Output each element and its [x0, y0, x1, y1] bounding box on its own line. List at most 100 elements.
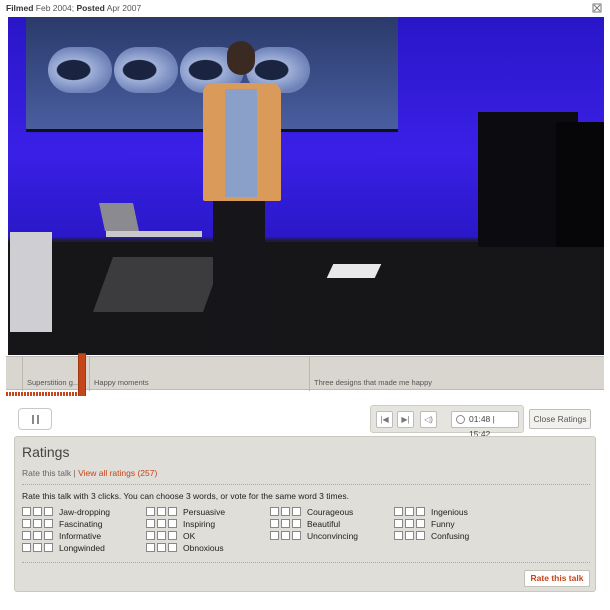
video-player[interactable] — [8, 17, 604, 355]
rating-option[interactable]: Longwinded — [22, 543, 105, 554]
checkbox[interactable] — [44, 543, 53, 552]
checkbox[interactable] — [44, 531, 53, 540]
checkbox[interactable] — [270, 507, 279, 516]
rating-option[interactable]: Funny — [394, 519, 455, 530]
checkbox[interactable] — [405, 519, 414, 528]
fullscreen-icon[interactable] — [592, 3, 602, 13]
rating-option[interactable]: Informative — [22, 531, 101, 542]
rating-word: Beautiful — [307, 519, 341, 529]
checkbox[interactable] — [270, 531, 279, 540]
checkbox[interactable] — [33, 543, 42, 552]
rating-word: Inspiring — [183, 519, 216, 529]
checkbox[interactable] — [22, 543, 31, 552]
checkbox[interactable] — [281, 519, 290, 528]
player-controls: |◀ ▶| ◁) 01:48 | 15:42 Close Ratings Rat… — [6, 396, 604, 602]
chapter-item[interactable]: Happy moments — [89, 357, 309, 391]
transport-controls: |◀ ▶| ◁) 01:48 | 15:42 — [370, 405, 524, 439]
checkbox[interactable] — [22, 507, 31, 516]
checkbox[interactable] — [44, 519, 53, 528]
laptop — [99, 203, 139, 231]
previous-icon[interactable]: |◀ — [376, 411, 393, 428]
checkbox[interactable] — [394, 519, 403, 528]
playhead-handle[interactable] — [78, 353, 86, 399]
chapter-item[interactable]: Three designs that made me happy — [309, 357, 604, 391]
checkbox[interactable] — [281, 531, 290, 540]
rating-option[interactable]: Ingenious — [394, 507, 468, 518]
checkbox[interactable] — [394, 507, 403, 516]
checkbox[interactable] — [416, 519, 425, 528]
filmed-date: Feb 2004; — [35, 3, 75, 13]
checkbox[interactable] — [292, 519, 301, 528]
pause-button[interactable] — [18, 408, 52, 430]
rating-option[interactable]: Confusing — [394, 531, 469, 542]
checkbox[interactable] — [405, 507, 414, 516]
speaker — [195, 41, 291, 355]
checkbox[interactable] — [168, 543, 177, 552]
checkbox[interactable] — [33, 507, 42, 516]
rating-word: Fascinating — [59, 519, 103, 529]
checkbox[interactable] — [416, 531, 425, 540]
checkbox[interactable] — [146, 531, 155, 540]
ratings-panel: Ratings Rate this talk | View all rating… — [14, 436, 596, 592]
checkbox[interactable] — [33, 519, 42, 528]
divider — [22, 484, 590, 485]
checkbox[interactable] — [168, 519, 177, 528]
chapter-timeline[interactable]: Superstition g... Happy moments Three de… — [6, 356, 604, 391]
rating-word: Persuasive — [183, 507, 226, 517]
checkbox[interactable] — [281, 507, 290, 516]
checkbox[interactable] — [405, 531, 414, 540]
rating-word: Ingenious — [431, 507, 468, 517]
checkbox[interactable] — [157, 507, 166, 516]
time-separator: | — [492, 414, 495, 424]
rate-talk-link[interactable]: Rate this talk — [22, 468, 71, 478]
rating-option[interactable]: OK — [146, 531, 195, 542]
rating-option[interactable]: Courageous — [270, 507, 353, 518]
checkbox[interactable] — [22, 519, 31, 528]
rating-option[interactable]: Beautiful — [270, 519, 340, 530]
rating-option[interactable]: Inspiring — [146, 519, 215, 530]
checkbox[interactable] — [292, 531, 301, 540]
checkbox[interactable] — [270, 519, 279, 528]
chapter-item[interactable]: Superstition g... — [22, 357, 82, 391]
chapter-label: Happy moments — [94, 378, 149, 387]
rating-option[interactable]: Persuasive — [146, 507, 225, 518]
chapter-label: Superstition g... — [27, 378, 79, 387]
close-ratings-button[interactable]: Close Ratings — [529, 409, 591, 429]
rating-word: Longwinded — [59, 543, 105, 553]
checkbox[interactable] — [22, 531, 31, 540]
checkbox[interactable] — [146, 507, 155, 516]
rating-word: Jaw-dropping — [59, 507, 111, 517]
rating-word: Obnoxious — [183, 543, 224, 553]
checkbox[interactable] — [33, 531, 42, 540]
next-icon[interactable]: ▶| — [397, 411, 414, 428]
checkbox[interactable] — [394, 531, 403, 540]
rating-word: Courageous — [307, 507, 354, 517]
checkbox[interactable] — [44, 507, 53, 516]
checkbox[interactable] — [157, 543, 166, 552]
divider — [22, 562, 590, 563]
rating-word: Informative — [59, 531, 102, 541]
rating-option[interactable]: Fascinating — [22, 519, 102, 530]
view-all-ratings-link[interactable]: View all ratings (257) — [78, 468, 157, 478]
ratings-instructions: Rate this talk with 3 clicks. You can ch… — [22, 491, 349, 501]
rating-option[interactable]: Unconvincing — [270, 531, 358, 542]
rating-option[interactable]: Jaw-dropping — [22, 507, 110, 518]
checkbox[interactable] — [146, 519, 155, 528]
current-time: 01:48 — [469, 414, 491, 424]
checkbox[interactable] — [416, 507, 425, 516]
checkbox[interactable] — [157, 519, 166, 528]
checkbox[interactable] — [146, 543, 155, 552]
rating-option[interactable]: Obnoxious — [146, 543, 224, 554]
posted-date: Apr 2007 — [106, 3, 142, 13]
rating-word: Confusing — [431, 531, 470, 541]
clock-icon — [456, 415, 465, 424]
talk-dates: Filmed Feb 2004; Posted Apr 2007 — [6, 3, 606, 15]
volume-icon[interactable]: ◁) — [420, 411, 437, 428]
checkbox[interactable] — [168, 507, 177, 516]
rate-this-talk-button[interactable]: Rate this talk — [524, 570, 590, 587]
time-display: 01:48 | 15:42 — [451, 411, 519, 439]
checkbox[interactable] — [292, 507, 301, 516]
checkbox[interactable] — [157, 531, 166, 540]
checkbox[interactable] — [168, 531, 177, 540]
chapter-label: Three designs that made me happy — [314, 378, 432, 387]
